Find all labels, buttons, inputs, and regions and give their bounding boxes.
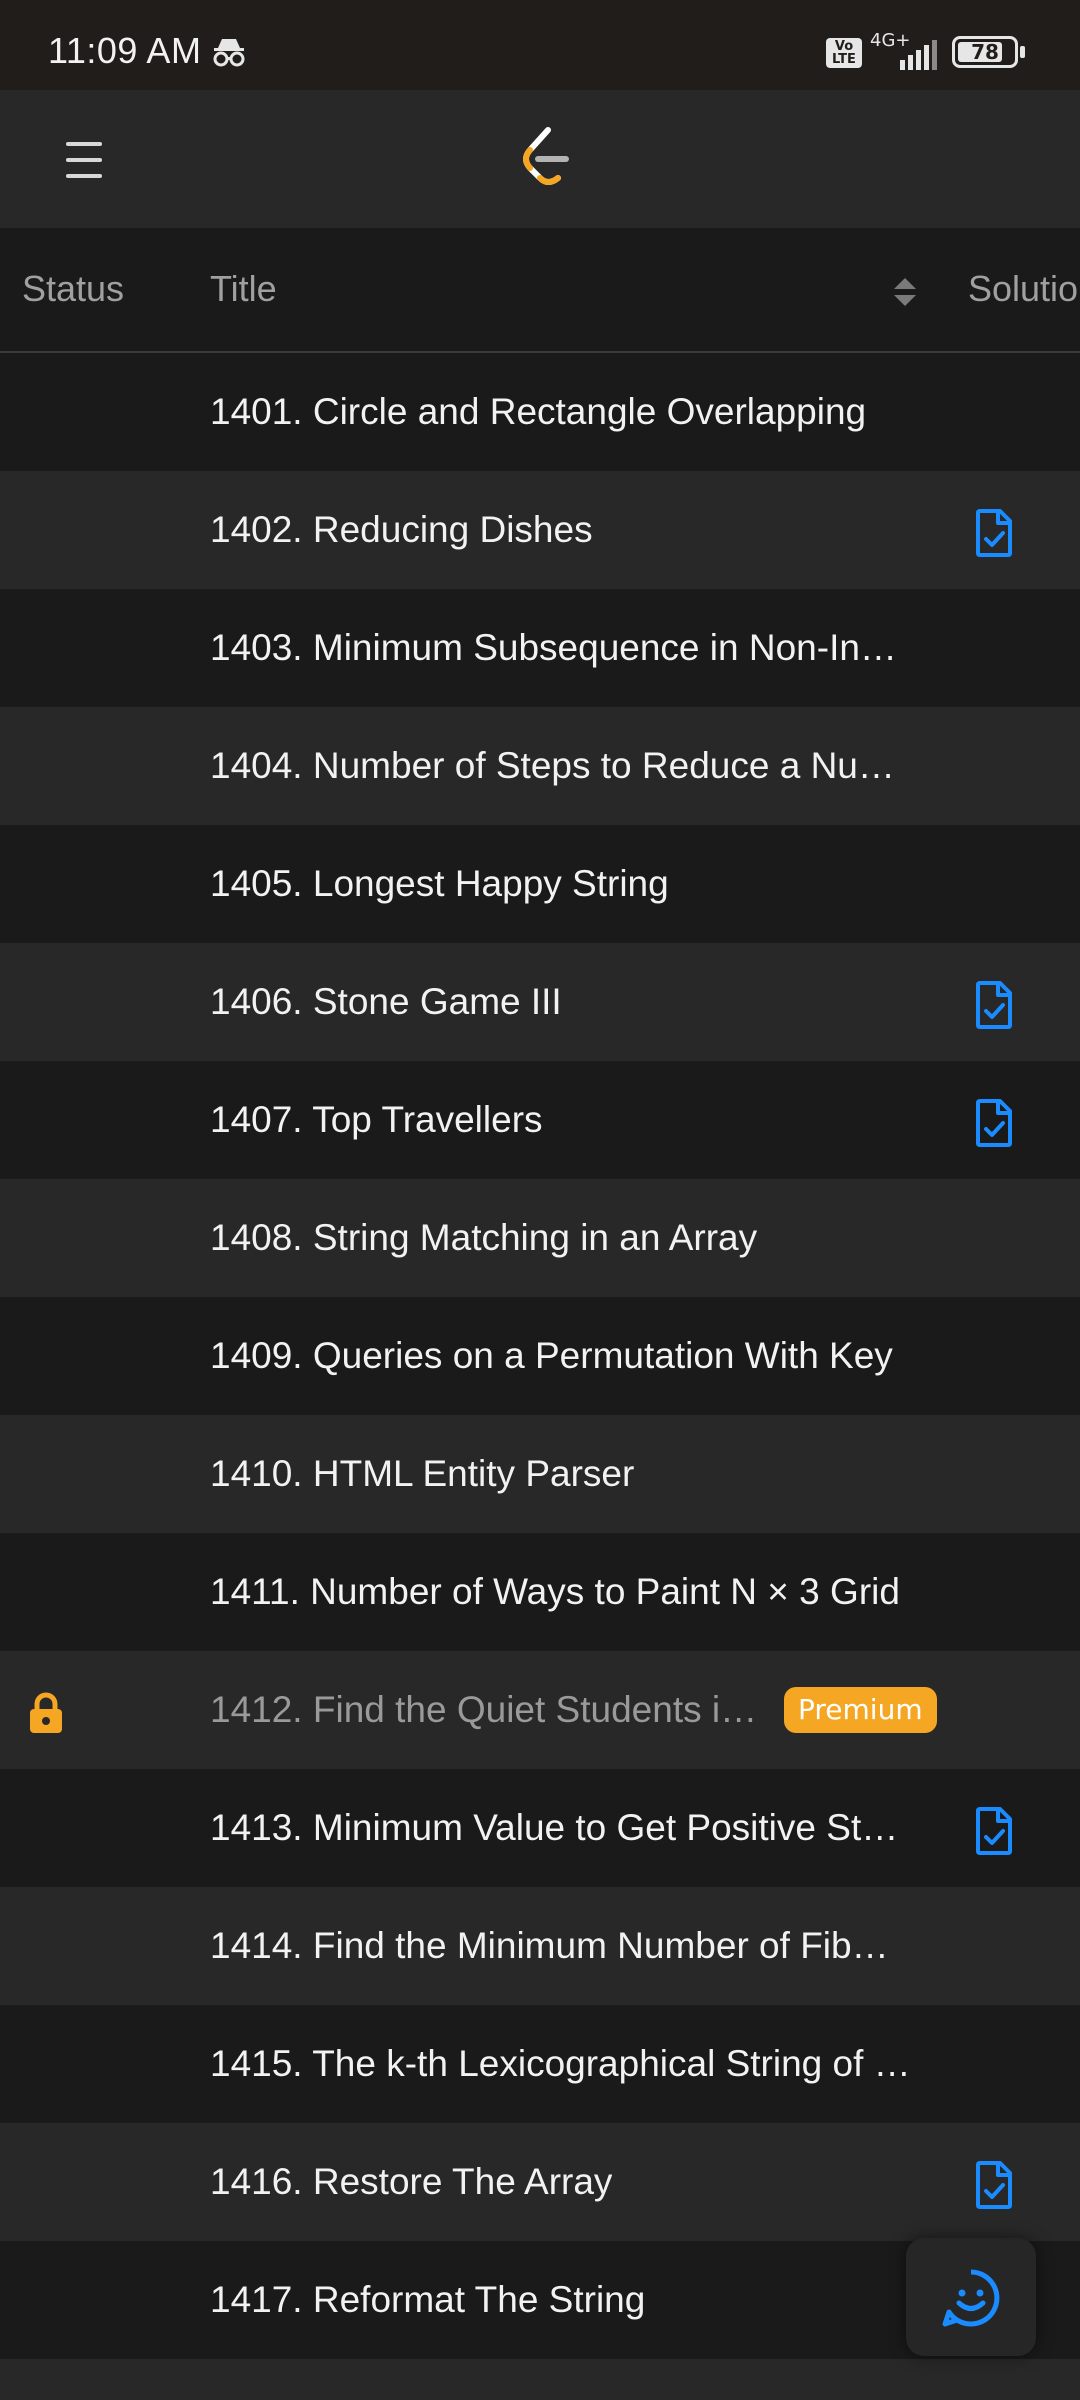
table-row[interactable]: 1405. Longest Happy String <box>0 825 1080 943</box>
battery-cap <box>1020 46 1025 58</box>
premium-badge: Premium <box>784 1687 937 1733</box>
signal-icon <box>900 40 940 75</box>
table-header: Status Title Solutio <box>0 228 1080 353</box>
solution-icon[interactable] <box>974 1807 1014 1860</box>
smiley-feedback-icon <box>942 2269 1000 2327</box>
table-row[interactable]: 1414. Find the Minimum Number of Fib… <box>0 1887 1080 2005</box>
battery-level: 78 <box>971 40 999 64</box>
problem-title[interactable]: 1405. Longest Happy String <box>210 863 669 905</box>
table-row[interactable]: 1408. String Matching in an Array <box>0 1179 1080 1297</box>
problem-title[interactable]: 1403. Minimum Subsequence in Non-In… <box>210 627 897 669</box>
table-row[interactable]: 1410. HTML Entity Parser <box>0 1415 1080 1533</box>
sort-icon[interactable] <box>892 276 918 313</box>
table-row[interactable]: 1404. Number of Steps to Reduce a Nu… <box>0 707 1080 825</box>
problem-title[interactable]: 1409. Queries on a Permutation With Key <box>210 1335 893 1377</box>
column-header-title[interactable]: Title <box>210 268 277 310</box>
column-header-status[interactable]: Status <box>22 268 124 310</box>
app-bar <box>0 90 1080 228</box>
solution-icon[interactable] <box>974 1099 1014 1152</box>
problem-title[interactable]: 1415. The k-th Lexicographical String of… <box>210 2043 911 2085</box>
table-row[interactable]: 1403. Minimum Subsequence in Non-In… <box>0 589 1080 707</box>
lock-icon <box>26 1691 66 1740</box>
table-row[interactable]: 1413. Minimum Value to Get Positive St… <box>0 1769 1080 1887</box>
leetcode-logo-icon[interactable] <box>518 126 570 195</box>
table-row[interactable]: 1415. The k-th Lexicographical String of… <box>0 2005 1080 2123</box>
table-row[interactable]: 1407. Top Travellers <box>0 1061 1080 1179</box>
problem-title[interactable]: 1413. Minimum Value to Get Positive St… <box>210 1807 898 1849</box>
problem-title[interactable]: 1414. Find the Minimum Number of Fib… <box>210 1925 889 1967</box>
problem-title[interactable]: 1404. Number of Steps to Reduce a Nu… <box>210 745 895 787</box>
problem-title[interactable]: 1412. Find the Quiet Students i… <box>210 1689 757 1731</box>
problem-list: 1401. Circle and Rectangle Overlapping 14… <box>0 353 1080 2400</box>
solution-icon[interactable] <box>974 981 1014 1034</box>
solution-icon[interactable] <box>974 509 1014 562</box>
problem-title[interactable]: 1411. Number of Ways to Paint N × 3 Grid <box>210 1571 900 1613</box>
table-row[interactable]: 1412. Find the Quiet Students i… Premium <box>0 1651 1080 1769</box>
problem-title[interactable]: 1402. Reducing Dishes <box>210 509 593 551</box>
table-row[interactable]: 1406. Stone Game III <box>0 943 1080 1061</box>
table-row[interactable]: 1416. Restore The Array <box>0 2123 1080 2241</box>
column-header-solution[interactable]: Solutio <box>968 268 1078 310</box>
hamburger-icon[interactable] <box>62 140 110 180</box>
solution-icon[interactable] <box>974 2161 1014 2214</box>
clock: 11:09 AM <box>48 30 202 71</box>
table-row[interactable]: 1402. Reducing Dishes <box>0 471 1080 589</box>
problem-title[interactable]: 1410. HTML Entity Parser <box>210 1453 634 1495</box>
feedback-button[interactable] <box>906 2238 1036 2356</box>
table-row[interactable]: 1411. Number of Ways to Paint N × 3 Grid <box>0 1533 1080 1651</box>
problem-title[interactable]: 1408. String Matching in an Array <box>210 1217 757 1259</box>
problem-title[interactable]: 1407. Top Travellers <box>210 1099 543 1141</box>
incognito-icon <box>212 36 246 73</box>
battery-icon: 78 <box>952 36 1018 68</box>
volte-icon: Vo LTE <box>826 38 862 68</box>
problem-title[interactable]: 1416. Restore The Array <box>210 2161 612 2203</box>
problem-title[interactable]: 1406. Stone Game III <box>210 981 562 1023</box>
problem-title[interactable]: 1417. Reformat The String <box>210 2279 645 2321</box>
table-row[interactable]: 1401. Circle and Rectangle Overlapping <box>0 353 1080 471</box>
table-row[interactable] <box>0 2359 1080 2400</box>
table-row[interactable]: 1409. Queries on a Permutation With Key <box>0 1297 1080 1415</box>
status-bar: 11:09 AM Vo LTE 4G+ 78 <box>0 0 1080 90</box>
problem-title[interactable]: 1401. Circle and Rectangle Overlapping <box>210 391 866 433</box>
